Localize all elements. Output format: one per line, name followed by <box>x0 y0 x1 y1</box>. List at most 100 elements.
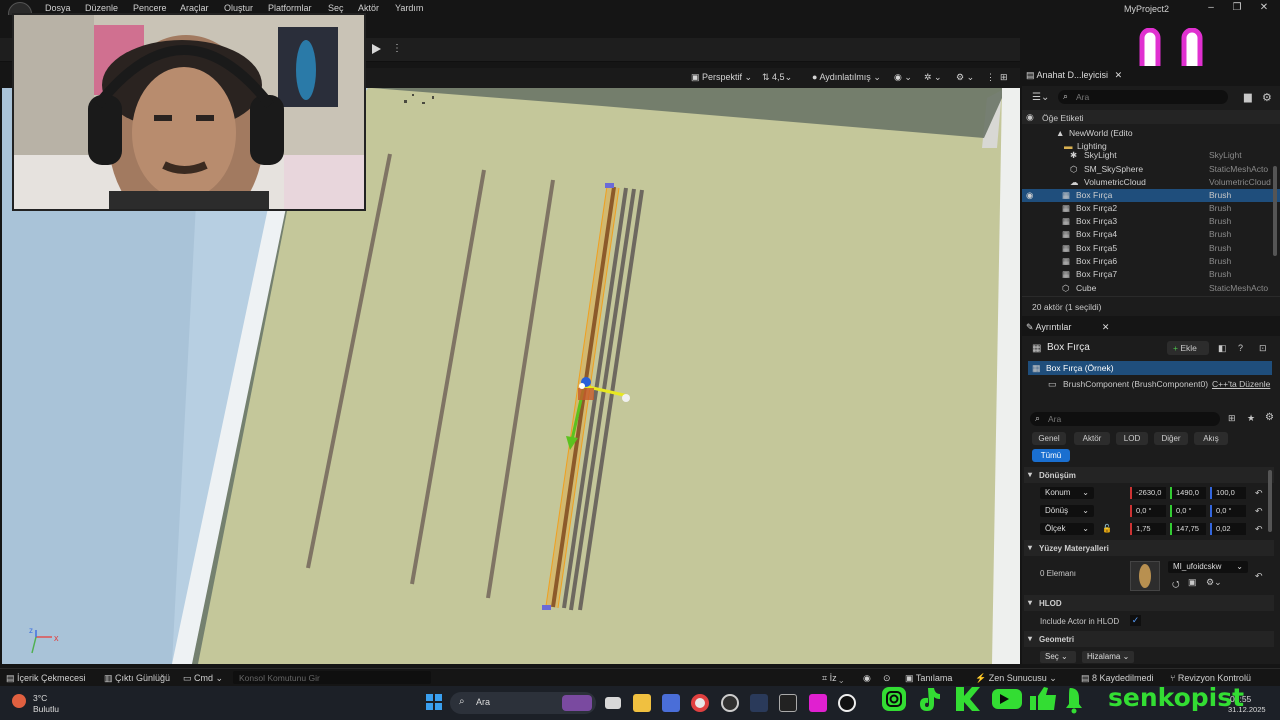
scale-y-field[interactable]: 147,75 <box>1170 523 1206 535</box>
trace-button[interactable]: ⌗ İz ⌄ <box>822 673 843 684</box>
edit-cpp-link[interactable]: C++'ta Düzenle <box>1212 379 1270 389</box>
more-options-icon[interactable]: ⋮ <box>392 43 402 54</box>
filter-genel[interactable]: Genel <box>1032 432 1066 445</box>
align-dropdown[interactable]: Hizalama ⌄ <box>1082 651 1134 663</box>
menu-pencere[interactable]: Pencere <box>133 3 167 13</box>
reset-icon[interactable]: ↶ <box>1255 524 1263 535</box>
rotation-y-field[interactable]: 0,0 ° <box>1170 505 1206 517</box>
tree-row-world[interactable]: ▲ NewWorld (Edito <box>1022 127 1280 140</box>
browse-icon[interactable]: ▣ <box>1188 577 1197 588</box>
outliner-tab[interactable]: ▤ Anahat D...leyicisi ✕ <box>1026 70 1122 84</box>
filter-akis[interactable]: Akış <box>1194 432 1228 445</box>
component-row[interactable]: ▭ BrushComponent (BrushComponent0) C++'t… <box>1028 377 1272 391</box>
reset-icon[interactable]: ↶ <box>1255 571 1263 582</box>
tree-row[interactable]: ▦ Box Fırça5 Brush <box>1022 242 1280 255</box>
outliner-scrollbar[interactable] <box>1273 166 1277 256</box>
revision-control-button[interactable]: ⑂ Revizyon Kontrolü <box>1170 673 1251 683</box>
details-tab[interactable]: ✎ Ayrıntılar ✕ <box>1026 322 1109 336</box>
show-eye-icon[interactable]: ◉ ⌄ <box>894 72 912 83</box>
location-z-field[interactable]: 100,0 <box>1210 487 1246 499</box>
menu-aktor[interactable]: Aktör <box>358 3 379 13</box>
location-x-field[interactable]: -2630,0 <box>1130 487 1166 499</box>
rotation-mode-dropdown[interactable]: Dönüş ⌄ <box>1040 505 1094 517</box>
details-scrollbar[interactable] <box>1268 470 1272 532</box>
unreal-taskbar-icon[interactable] <box>838 694 856 712</box>
menu-duzenle[interactable]: Düzenle <box>85 3 118 13</box>
tree-row[interactable]: ⬡ SM_SkySphere StaticMeshActo <box>1022 163 1280 176</box>
tree-row[interactable]: ▦ Box Fırça7 Brush <box>1022 268 1280 281</box>
use-selected-icon[interactable]: ⭯ <box>1172 577 1180 593</box>
weather-temp[interactable]: 3°C <box>33 693 47 703</box>
menu-araclar[interactable]: Araçlar <box>180 3 209 13</box>
describe-button[interactable]: ▣ Tanılama <box>905 673 952 684</box>
tree-row[interactable]: ⬡ Cube StaticMeshActo <box>1022 282 1280 295</box>
tree-row[interactable]: ☁ VolumetricCloud VolumetricCloud <box>1022 176 1280 189</box>
output-log-button[interactable]: ▥ Çıktı Günlüğü <box>104 673 170 684</box>
star-icon[interactable]: ★ <box>1247 413 1255 424</box>
windows-start-icon[interactable] <box>426 694 442 710</box>
filter-lod[interactable]: LOD <box>1116 432 1148 445</box>
tree-row[interactable]: ▦ Box Fırça6 Brush <box>1022 255 1280 268</box>
details-settings-icon[interactable]: ⚙ <box>1265 412 1274 423</box>
add-component-button[interactable]: + Ekle <box>1167 341 1209 355</box>
cmd-dropdown[interactable]: ▭ Cmd ⌄ <box>183 673 223 684</box>
material-options-icon[interactable]: ⚙⌄ <box>1206 577 1222 588</box>
menu-dosya[interactable]: Dosya <box>45 3 71 13</box>
filter-tumu[interactable]: Tümü <box>1032 449 1070 462</box>
visibility-eye-icon[interactable]: ◉ <box>1026 190 1033 201</box>
menu-sec[interactable]: Seç <box>328 3 344 13</box>
transform-tools-icon[interactable]: ✲ ⌄ <box>924 72 942 83</box>
tree-row[interactable]: ✱ SkyLight SkyLight <box>1022 149 1280 162</box>
taskbar-search-input[interactable]: ⌕ Ara <box>450 692 596 714</box>
transform-section-header[interactable]: ▾ Dönüşüm <box>1024 467 1274 483</box>
close-icon[interactable]: ✕ <box>1257 2 1271 14</box>
content-browser-button[interactable]: ▤ İçerik Çekmecesi <box>6 673 86 684</box>
select-dropdown[interactable]: Seç ⌄ <box>1040 651 1076 663</box>
material-dropdown[interactable]: MI_ufoidcskw ⌄ <box>1168 561 1248 573</box>
hlod-section-header[interactable]: ▾ HLOD <box>1024 595 1274 611</box>
blueprint-icon[interactable]: ◧ <box>1218 343 1227 354</box>
viewport-settings-icon[interactable]: ⚙ ⌄ <box>956 72 974 83</box>
maximize-icon[interactable]: ❐ <box>1230 2 1244 14</box>
menu-yardim[interactable]: Yardım <box>395 3 423 13</box>
lighting-button[interactable]: ● Aydınlatılmış ⌄ <box>812 72 881 83</box>
play-icon[interactable] <box>370 43 382 55</box>
task-view-icon[interactable] <box>605 697 621 709</box>
chrome-icon[interactable] <box>691 694 709 712</box>
tree-row-selected[interactable]: ◉ ▦ Box Fırça Brush <box>1022 189 1280 202</box>
geometry-section-header[interactable]: ▾ Geometri <box>1024 631 1274 647</box>
materials-section-header[interactable]: ▾ Yüzey Materyalleri <box>1024 540 1274 556</box>
layout-icon[interactable]: ⊞ <box>1000 72 1008 83</box>
record-icon[interactable]: ◉ <box>863 673 871 684</box>
scale-x-field[interactable]: 1,75 <box>1130 523 1166 535</box>
column-item-label[interactable]: Öğe Etiketi <box>1042 113 1084 123</box>
tree-row[interactable]: ▦ Box Fırça4 Brush <box>1022 228 1280 241</box>
console-input[interactable]: Konsol Komutunu Gir <box>233 671 431 684</box>
menu-olustur[interactable]: Oluştur <box>224 3 253 13</box>
details-search-input[interactable]: ⌕ Ara <box>1030 412 1220 426</box>
tree-row[interactable]: ▦ Box Fırça2 Brush <box>1022 202 1280 215</box>
filter-icon[interactable]: ☰⌄ <box>1032 92 1049 103</box>
lock-scale-icon[interactable]: 🔓 <box>1102 524 1112 533</box>
menu-platformlar[interactable]: Platformlar <box>268 3 312 13</box>
instance-row[interactable]: ▦ Box Fırça (Örnek) <box>1028 361 1272 375</box>
filter-diger[interactable]: Diğer <box>1154 432 1188 445</box>
steam-icon[interactable] <box>750 694 768 712</box>
app-pink-icon[interactable] <box>809 694 827 712</box>
help-icon[interactable]: ? <box>1238 343 1243 353</box>
outliner-settings-icon[interactable]: ⚙ <box>1262 91 1272 104</box>
outliner-close-icon[interactable]: ✕ <box>1115 70 1123 80</box>
details-close-icon[interactable]: ✕ <box>1102 322 1110 332</box>
tree-row[interactable]: ▦ Box Fırça3 Brush <box>1022 215 1280 228</box>
scale-z-field[interactable]: 0,02 <box>1210 523 1246 535</box>
store-icon[interactable] <box>662 694 680 712</box>
reset-icon[interactable]: ↶ <box>1255 488 1263 499</box>
viewport-menu-icon[interactable]: ⋮ <box>986 72 995 83</box>
github-icon[interactable] <box>721 694 739 712</box>
reset-icon[interactable]: ↶ <box>1255 506 1263 517</box>
perspective-button[interactable]: ▣ Perspektif ⌄ <box>691 72 752 83</box>
visibility-eye-icon[interactable]: ◉ <box>1026 112 1034 123</box>
minimize-icon[interactable]: – <box>1204 2 1218 14</box>
file-explorer-icon[interactable] <box>633 694 651 712</box>
filter-aktor[interactable]: Aktör <box>1074 432 1110 445</box>
